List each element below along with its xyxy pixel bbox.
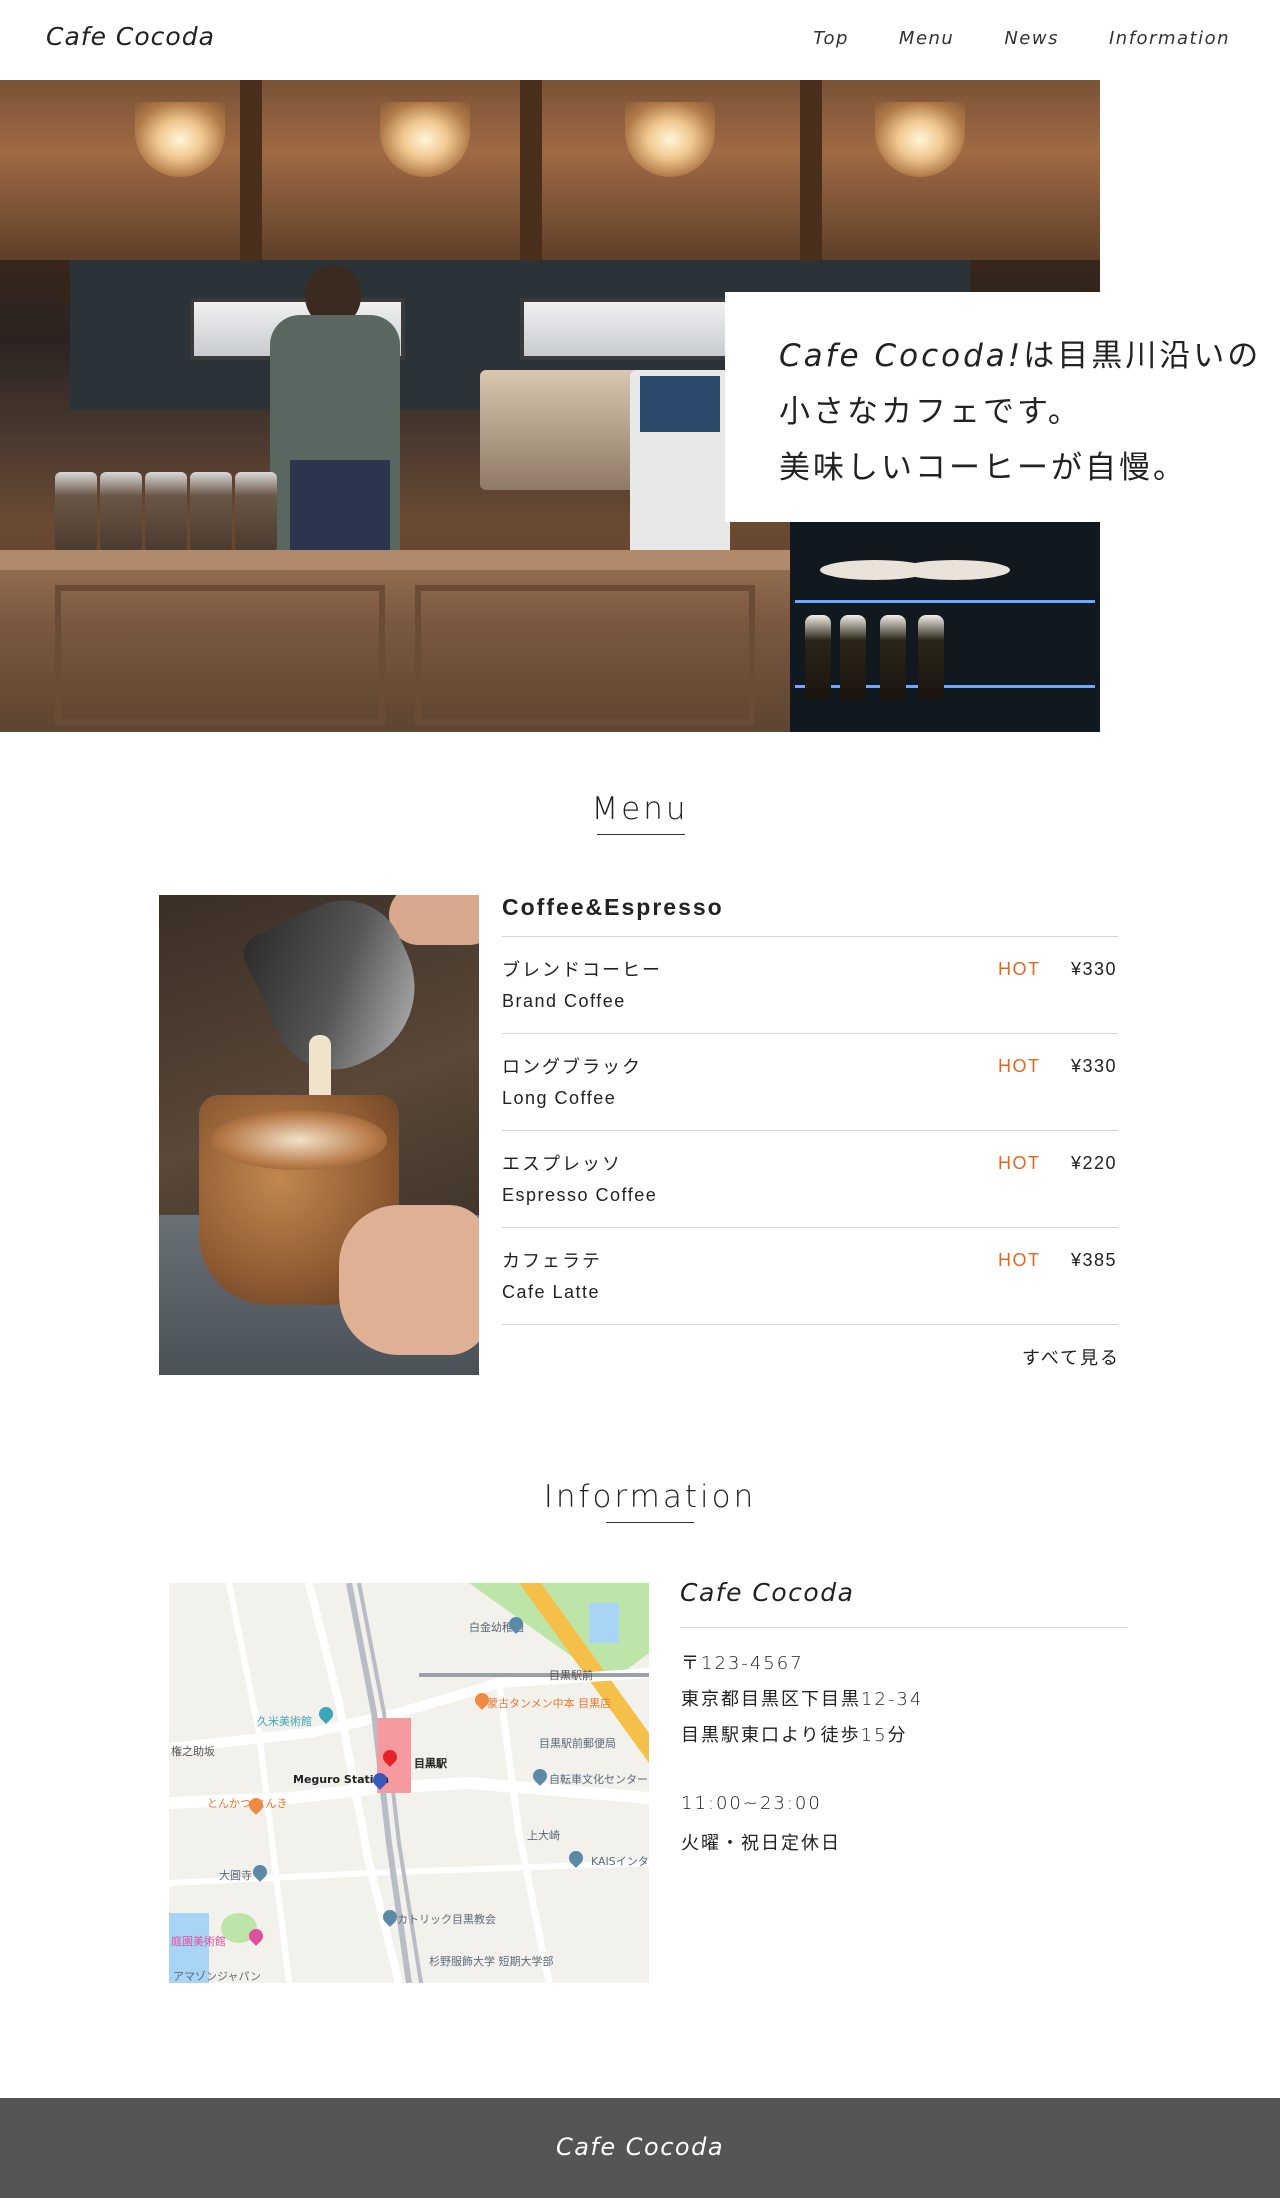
menu-item-price: ¥330 (1071, 959, 1118, 979)
menu-category-title: Coffee&Espresso (502, 894, 724, 920)
info-postal-code: 〒123-4567 (681, 1653, 804, 1674)
menu-section-title: Menu (591, 791, 689, 827)
hero-brand: Cafe Cocoda! (779, 338, 1024, 374)
map-label: 大圓寺 (219, 1869, 252, 1882)
menu-item-price: ¥220 (1071, 1153, 1118, 1173)
menu-item-name-ja: カフェラテ (502, 1251, 602, 1272)
menu-item-hot-tag: HOT (998, 1250, 1041, 1270)
menu-item-name-en: Long Coffee (502, 1088, 617, 1108)
map-label: 蒙古タンメン中本 目黒店 (487, 1697, 612, 1710)
latte-photo-foam (211, 1110, 387, 1170)
nav-news-link[interactable]: News (1004, 28, 1059, 49)
hero-window (520, 298, 735, 360)
hero-case-shelf (795, 600, 1095, 603)
menu-divider (502, 1227, 1118, 1228)
menu-divider (502, 936, 1118, 937)
hero-jar (235, 472, 277, 552)
hero-beam (240, 80, 262, 260)
information-title-underline (606, 1522, 694, 1523)
hero-tagline-line3: 美味しいコーヒーが自慢。 (779, 450, 1187, 486)
menu-item-name-ja: エスプレッソ (502, 1154, 622, 1175)
hero-bottle (840, 615, 866, 700)
site-header: Cafe Cocoda Top Menu News Information (0, 0, 1280, 80)
map-label: 上大崎 (527, 1829, 560, 1842)
map-label: KAISインター スクール東 (591, 1855, 649, 1868)
latte-photo-hand (339, 1205, 479, 1355)
hero-register-screen (640, 376, 720, 432)
map-label: 自転車文化センター (549, 1773, 648, 1786)
site-logo[interactable]: Cafe Cocoda (46, 22, 215, 51)
menu-divider (502, 1033, 1118, 1034)
hero-tagline-line1-rest: は目黒川沿いの (1023, 338, 1262, 374)
see-all-menu-link[interactable]: すべて見る (1022, 1344, 1120, 1370)
latte-art-photo (159, 895, 479, 1375)
map-label: 久米美術館 (257, 1715, 312, 1728)
menu-item-hot-tag: HOT (998, 959, 1041, 979)
hero-jar (190, 472, 232, 552)
hero-tagline-line1: Cafe Cocoda!は目黒川沿いの (779, 328, 1280, 384)
hero-bottle (880, 615, 906, 700)
hero-tagline-line2: 小さなカフェです。 (779, 394, 1082, 430)
latte-photo-hand (389, 895, 479, 945)
map-label: 杉野服飾大学 短期大学部 (429, 1955, 554, 1968)
hero-bottle (918, 615, 944, 700)
access-map[interactable]: 白金幼稚園 久米美術館 蒙古タンメン中本 目黒店 目黒駅前郵便局 自転車文化セン… (169, 1583, 649, 1983)
hero-jar (145, 472, 187, 552)
hero-cake-plate (900, 560, 1010, 580)
nav-information-link[interactable]: Information (1109, 28, 1230, 49)
map-label: 目黒駅前 (549, 1669, 593, 1682)
hero-beam (520, 80, 542, 260)
site-footer: Cafe Cocoda (0, 2098, 1280, 2198)
map-label: アマゾンジャパン (173, 1970, 261, 1983)
map-label: 目黒駅前郵便局 (539, 1737, 616, 1750)
hero-jar (55, 472, 97, 552)
hero-tagline-card: Cafe Cocoda!は目黒川沿いの 小さなカフェです。 美味しいコーヒーが自… (725, 292, 1280, 522)
map-label: カトリック目黒教会 (397, 1913, 496, 1926)
map-label: 目黒駅 (414, 1757, 447, 1770)
nav-top-link[interactable]: Top (813, 28, 849, 49)
menu-item-name-en: Cafe Latte (502, 1282, 601, 1302)
hero-counter-panel (415, 585, 755, 725)
menu-item-name-en: Brand Coffee (502, 991, 626, 1011)
nav-menu-link[interactable]: Menu (899, 28, 954, 49)
info-shop-name: Cafe Cocoda (680, 1578, 855, 1607)
info-closed-days: 火曜・祝日定休日 (681, 1833, 841, 1854)
hero-jar (100, 472, 142, 552)
menu-item-name-ja: ロングブラック (502, 1057, 642, 1078)
menu-item-name-ja: ブレンドコーヒー (502, 960, 662, 981)
hero-display-case (790, 510, 1100, 732)
info-hours: 11:00~23:00 (681, 1793, 822, 1814)
info-access: 目黒駅東口より徒歩15分 (681, 1725, 908, 1746)
hero-bottle (805, 615, 831, 700)
menu-item-price: ¥385 (1071, 1250, 1118, 1270)
map-label: 庭園美術館 (171, 1935, 226, 1948)
hero-counter-panel (55, 585, 385, 725)
map-label: 権之助坂 (171, 1745, 215, 1758)
map-water (589, 1603, 619, 1643)
menu-item-hot-tag: HOT (998, 1153, 1041, 1173)
menu-item-hot-tag: HOT (998, 1056, 1041, 1076)
main-nav: Top Menu News Information (813, 28, 1230, 49)
map-label: とんかつ とんき (207, 1797, 288, 1810)
menu-item-name-en: Espresso Coffee (502, 1185, 658, 1205)
information-section-title: Information (543, 1479, 757, 1515)
info-address: 東京都目黒区下目黒12-34 (681, 1689, 924, 1710)
hero-counter-top (0, 550, 790, 570)
menu-title-underline (597, 834, 685, 835)
menu-divider (502, 1324, 1118, 1325)
menu-divider (502, 1130, 1118, 1131)
footer-logo: Cafe Cocoda (555, 2133, 725, 2161)
info-divider (680, 1627, 1128, 1628)
hero-beam (800, 80, 822, 260)
menu-item-price: ¥330 (1071, 1056, 1118, 1076)
